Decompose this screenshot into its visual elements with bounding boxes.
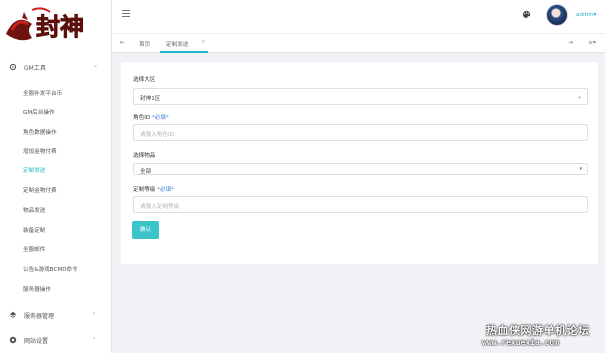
sidebar-group-server-management[interactable]: 服务器管理 › xyxy=(0,306,111,324)
tab-custom-send[interactable]: 定制发送 × xyxy=(160,34,208,53)
tab-home[interactable]: 首页 xyxy=(139,40,150,48)
logo-text: 封神 xyxy=(36,12,84,41)
quantity-label: 定制等级 *必填* xyxy=(133,185,174,193)
sidebar-item-server-mail[interactable]: 全服邮件 xyxy=(23,245,108,257)
role-id-label: 角色ID *必填* xyxy=(133,113,169,121)
role-id-placeholder: 请输入角色ID xyxy=(140,132,174,138)
sidebar-item-role-data[interactable]: 角色数据操作 xyxy=(23,128,108,140)
sidebar-group-gm-tools[interactable]: GM工具 ⌄ xyxy=(0,58,111,76)
chevron-down-icon: ⌄ xyxy=(93,62,99,69)
tab-bar: ⇤ 首页 定制发送 × ⇥ ≡▾ xyxy=(112,33,605,53)
tab-menu-icon[interactable]: ≡▾ xyxy=(588,39,596,46)
sidebar-item-server-ops[interactable]: 服务器操作 xyxy=(23,285,108,297)
close-icon[interactable]: × xyxy=(201,39,206,45)
menu-toggle-icon[interactable] xyxy=(122,10,130,17)
watermark-url: www.rexuexia.com xyxy=(482,338,560,347)
avatar[interactable] xyxy=(546,4,568,26)
logo[interactable]: 封神 xyxy=(0,0,111,48)
role-id-input[interactable]: 请输入角色ID xyxy=(133,124,588,141)
sidebar-item-custom-payment[interactable]: 定制金物付费 xyxy=(23,186,108,198)
tab-label: 定制发送 xyxy=(166,42,189,48)
user-name: admin xyxy=(576,12,594,18)
caret-down-icon: ▾ xyxy=(593,12,597,18)
watermark-text: 热血侠网游单机论坛 xyxy=(486,324,590,337)
sidebar-group-label: 网站设置 xyxy=(24,338,49,345)
sidebar-item-custom-send[interactable]: 定制发送 xyxy=(23,166,108,178)
gear-icon xyxy=(9,63,17,71)
sidebar-item-item-send[interactable]: 物品发送 xyxy=(23,206,108,218)
tab-scroll-left-icon[interactable]: ⇤ xyxy=(120,39,125,46)
logo-image: 封神 xyxy=(6,7,84,41)
sidebar-item-equipment-custom[interactable]: 装备定制 xyxy=(23,226,108,238)
palette-icon[interactable] xyxy=(522,10,531,19)
sidebar-group-site-settings[interactable]: 网站设置 › xyxy=(0,331,111,349)
item-label: 选择物品 xyxy=(133,153,156,159)
settings-icon xyxy=(9,336,17,344)
role-id-label-text: 角色ID xyxy=(133,115,151,121)
item-select[interactable]: 全部 ▾ xyxy=(133,163,588,175)
quantity-placeholder: 请输入定制等级 xyxy=(140,204,180,210)
sidebar-group-label: GM工具 xyxy=(24,65,46,72)
quantity-label-text: 定制等级 xyxy=(133,187,156,193)
server-select[interactable]: 封神1区 ⌄ xyxy=(133,88,588,105)
sidebar-item-gm-operations[interactable]: GM后台操作 xyxy=(23,108,108,120)
sidebar: 封神 GM工具 ⌄ 全服补发平台币 GM后台操作 角色数据操作 增加金物付费 定… xyxy=(0,0,112,353)
server-label: 选择大区 xyxy=(133,77,156,83)
user-menu[interactable]: admin▾ xyxy=(576,12,596,18)
item-select-value: 全部 xyxy=(140,169,152,175)
sidebar-item-resend-currency[interactable]: 全服补发平台币 xyxy=(23,89,108,101)
top-bar: admin▾ xyxy=(112,0,605,33)
sidebar-item-add-payment[interactable]: 增加金物付费 xyxy=(23,147,108,159)
tab-scroll-right-icon[interactable]: ⇥ xyxy=(568,39,573,46)
sidebar-item-announcement-bcmd[interactable]: 公告&游戏BCMD命令 xyxy=(23,265,108,277)
quantity-input[interactable]: 请输入定制等级 xyxy=(133,196,588,213)
form-card: 选择大区 封神1区 ⌄ 角色ID *必填* 请输入角色ID 选择物品 全部 ▾ … xyxy=(121,62,598,264)
chevron-down-icon: ⌄ xyxy=(576,93,582,100)
server-select-value: 封神1区 xyxy=(140,96,161,102)
chevron-right-icon: › xyxy=(93,335,96,342)
server-icon xyxy=(9,311,17,318)
chevron-right-icon: › xyxy=(93,310,96,317)
submit-button[interactable]: 确认 xyxy=(132,221,159,239)
caret-down-icon: ▾ xyxy=(579,166,582,172)
required-marker: *必填* xyxy=(157,187,174,193)
sidebar-group-label: 服务器管理 xyxy=(24,313,55,320)
required-marker: *必填* xyxy=(151,115,169,121)
